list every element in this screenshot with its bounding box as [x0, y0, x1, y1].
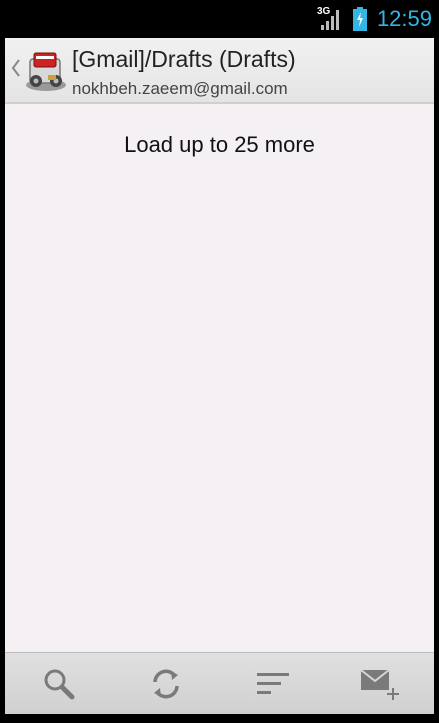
folder-title: [Gmail]/Drafts (Drafts): [72, 46, 296, 72]
search-icon: [44, 669, 75, 700]
battery-charging-icon: [352, 7, 367, 31]
sort-button[interactable]: [233, 656, 313, 712]
bottom-edge: [5, 714, 434, 723]
status-icons: 3G 12:59: [316, 0, 434, 38]
network-type-label: 3G: [316, 6, 331, 17]
search-button[interactable]: [19, 656, 99, 712]
message-list: Load up to 25 more: [5, 104, 434, 652]
clock: 12:59: [376, 6, 432, 31]
compose-icon: [360, 669, 400, 700]
status-bar: 3G 12:59: [5, 0, 434, 38]
signal-icon: 3G: [316, 6, 343, 31]
load-more-button[interactable]: Load up to 25 more: [5, 132, 434, 158]
screen: 3G 12:59 [Gmail]/Drafts (Drafts) nokhbeh…: [5, 0, 434, 723]
action-bar: [Gmail]/Drafts (Drafts) nokhbeh.zaeem@gm…: [5, 38, 434, 104]
up-caret-icon[interactable]: [10, 56, 22, 80]
compose-button[interactable]: [340, 656, 420, 712]
bottom-action-bar: [5, 652, 434, 715]
account-email: nokhbeh.zaeem@gmail.com: [72, 79, 288, 98]
sort-icon: [257, 673, 290, 694]
refresh-button[interactable]: [126, 656, 206, 712]
refresh-icon: [153, 669, 179, 699]
app-icon[interactable]: [22, 45, 70, 93]
